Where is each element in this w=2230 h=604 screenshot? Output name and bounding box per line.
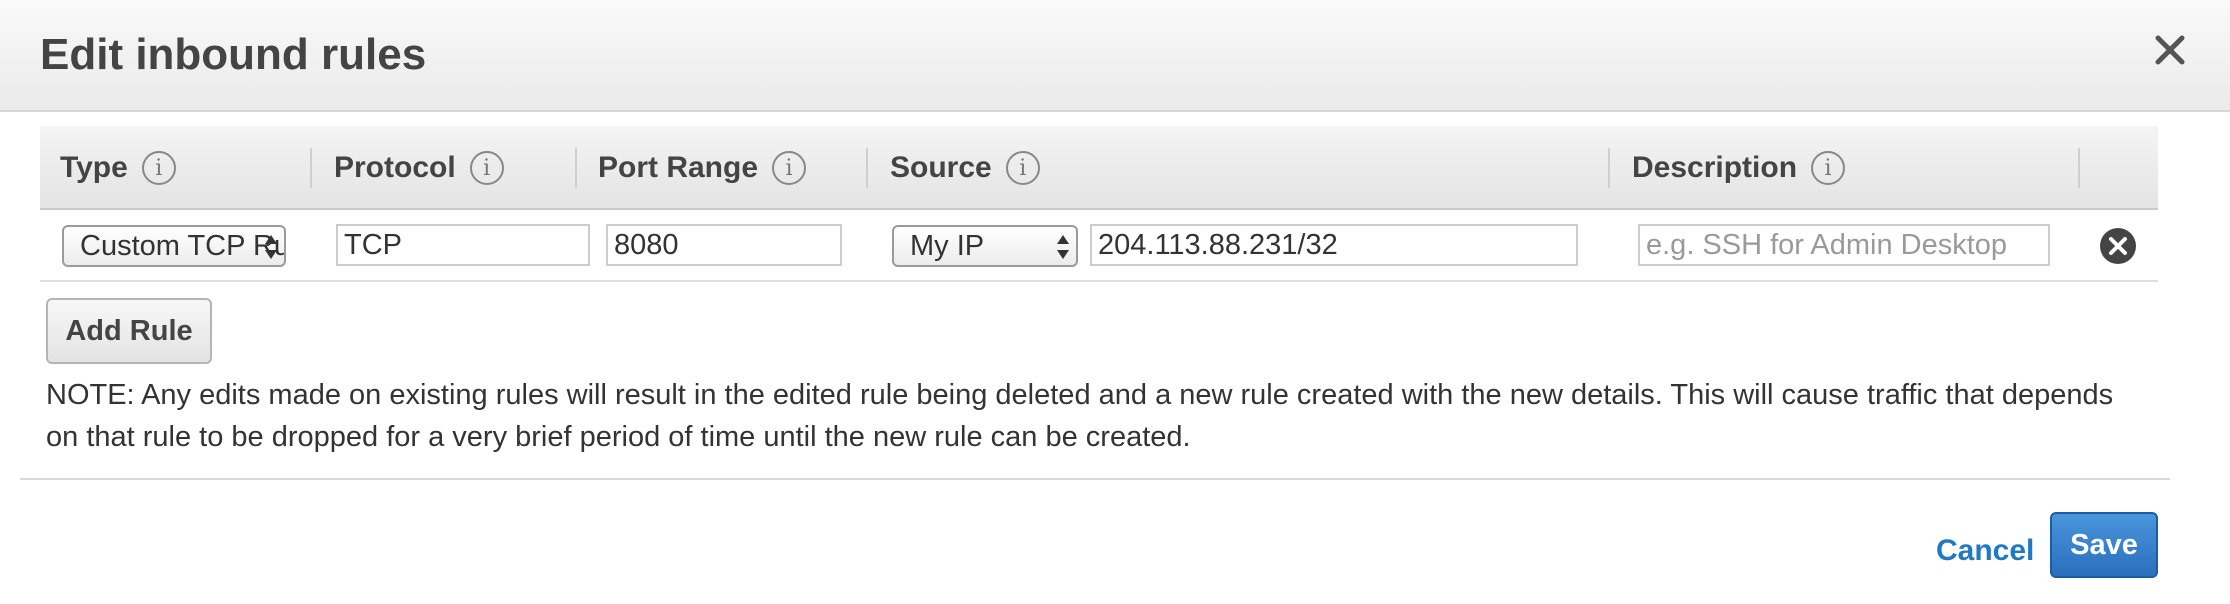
dialog-title: Edit inbound rules bbox=[40, 30, 427, 79]
column-divider bbox=[310, 148, 312, 188]
type-select-value: Custom TCP Rule bbox=[80, 230, 284, 262]
cancel-button[interactable]: Cancel bbox=[1936, 534, 2034, 568]
dialog-header: Edit inbound rules bbox=[0, 0, 2230, 112]
column-label: Source bbox=[890, 151, 992, 184]
select-arrows-icon bbox=[265, 235, 277, 259]
select-arrows-icon bbox=[1057, 235, 1069, 259]
column-header-protocol: Protocol i bbox=[334, 126, 504, 210]
edit-note: NOTE: Any edits made on existing rules w… bbox=[46, 379, 2114, 453]
port-range-input[interactable] bbox=[606, 224, 842, 266]
add-rule-button[interactable]: Add Rule bbox=[46, 298, 212, 364]
column-header-description: Description i bbox=[1632, 126, 1846, 210]
column-header-port-range: Port Range i bbox=[598, 126, 807, 210]
info-icon[interactable]: i bbox=[1811, 151, 1846, 185]
source-type-select[interactable]: My IP bbox=[892, 225, 1078, 267]
source-type-value: My IP bbox=[910, 230, 985, 262]
column-divider bbox=[1608, 148, 1610, 188]
column-label: Protocol bbox=[334, 151, 456, 184]
column-label: Port Range bbox=[598, 151, 759, 184]
info-icon[interactable]: i bbox=[1005, 151, 1040, 185]
close-icon[interactable] bbox=[2150, 30, 2190, 70]
column-label: Description bbox=[1632, 151, 1798, 184]
rule-row: Custom TCP Rule My IP bbox=[40, 210, 2158, 282]
save-button[interactable]: Save bbox=[2050, 512, 2158, 578]
info-icon[interactable]: i bbox=[141, 151, 176, 185]
remove-circle-icon[interactable] bbox=[2100, 228, 2136, 264]
column-divider bbox=[866, 148, 868, 188]
column-header-source: Source i bbox=[890, 126, 1040, 210]
source-cidr-input[interactable] bbox=[1090, 224, 1578, 266]
protocol-field[interactable] bbox=[336, 224, 590, 266]
column-divider bbox=[2078, 148, 2080, 188]
footer-divider bbox=[20, 478, 2170, 480]
column-divider bbox=[575, 148, 577, 188]
type-select[interactable]: Custom TCP Rule bbox=[62, 225, 286, 267]
column-label: Type bbox=[60, 151, 128, 184]
rules-table-header: Type i Protocol i Port Range i Source i … bbox=[40, 126, 2158, 210]
description-input[interactable] bbox=[1638, 224, 2050, 266]
column-header-type: Type i bbox=[60, 126, 176, 210]
info-icon[interactable]: i bbox=[772, 151, 807, 185]
info-icon[interactable]: i bbox=[469, 151, 504, 185]
